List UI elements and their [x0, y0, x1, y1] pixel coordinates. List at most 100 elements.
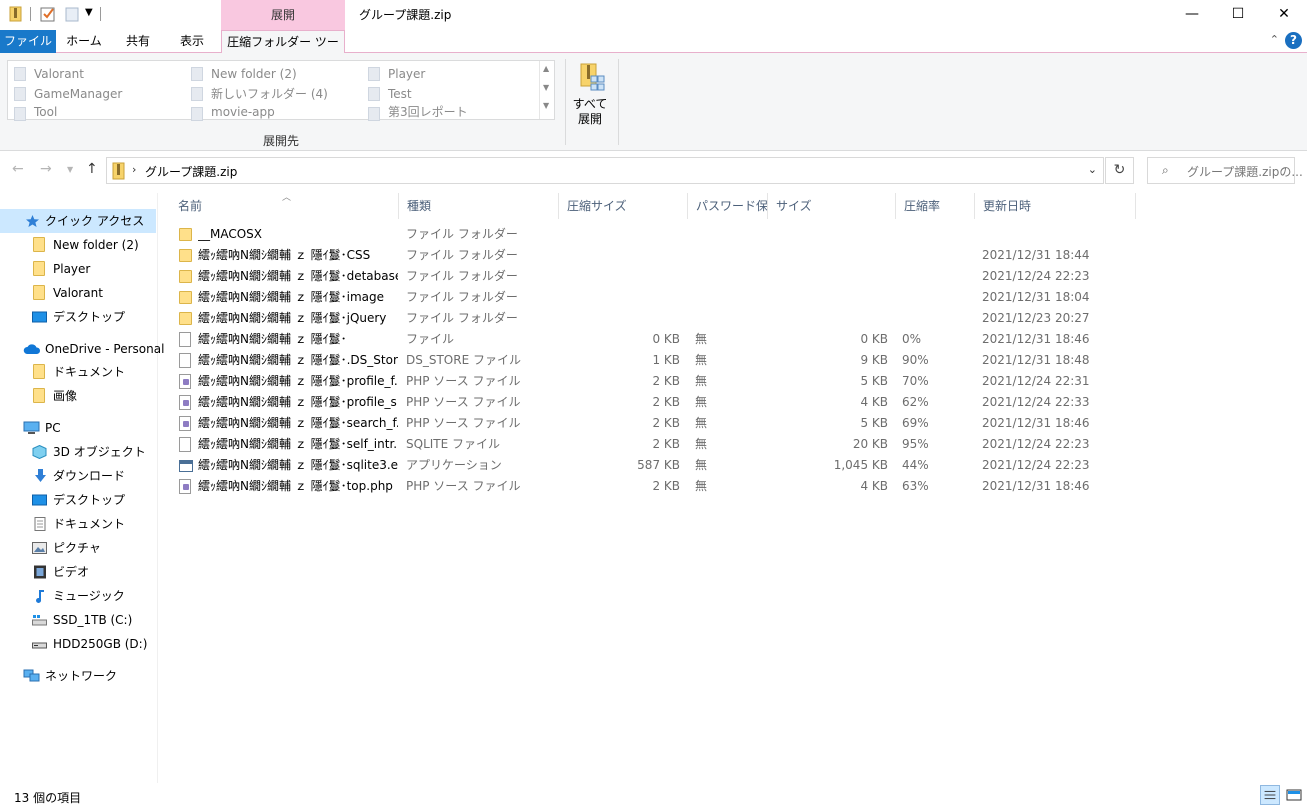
column-header-size[interactable]: サイズ	[768, 193, 896, 219]
nav-item-pc[interactable]: PC	[0, 416, 156, 440]
minimize-button[interactable]: —	[1169, 0, 1215, 28]
destination-item[interactable]: Test	[364, 84, 412, 104]
file-size: 4 KB	[860, 395, 888, 409]
file-row[interactable]: 繧ｯ繧吶Ν繝ｼ繝輔 ｚ 隱ｲ鬘･image ファイル フォルダー 2021/12/3…	[170, 287, 1136, 308]
nav-item-music[interactable]: ミュージック	[0, 584, 156, 608]
column-header-compressed-size[interactable]: 圧縮サイズ	[559, 193, 688, 219]
scroll-up-icon[interactable]: ▲	[543, 64, 549, 73]
folder-icon	[191, 87, 203, 101]
nav-item-drive-c[interactable]: SSD_1TB (C:)	[0, 608, 156, 632]
destination-item[interactable]: Player	[364, 64, 425, 84]
file-row[interactable]: __MACOSX ファイル フォルダー	[170, 224, 1136, 245]
nav-item-drive-d[interactable]: HDD250GB (D:)	[0, 632, 156, 656]
destination-item[interactable]: 新しいフォルダー (4)	[187, 84, 328, 104]
file-row[interactable]: 繧ｯ繧吶Ν繝ｼ繝輔 ｚ 隱ｲ鬘･.DS_Store DS_STORE ファイル 1 …	[170, 350, 1136, 371]
file-row[interactable]: 繧ｯ繧吶Ν繝ｼ繝輔 ｚ 隱ｲ鬘･search_f... PHP ソース ファイル 2…	[170, 413, 1136, 434]
new-folder-icon[interactable]	[64, 6, 80, 22]
file-row[interactable]: 繧ｯ繧吶Ν繝ｼ繝輔 ｚ 隱ｲ鬘･detabase ファイル フォルダー 2021/1…	[170, 266, 1136, 287]
destination-item[interactable]: Tool	[10, 104, 57, 121]
file-name: 繧ｯ繧吶Ν繝ｼ繝輔 ｚ 隱ｲ鬘･search_f...	[198, 416, 398, 430]
file-password-protected: 無	[695, 479, 708, 493]
column-header-type[interactable]: 種類	[399, 193, 559, 219]
file-modified-date: 2021/12/31 18:46	[982, 416, 1090, 430]
extract-all-button[interactable]: すべて 展開	[568, 59, 612, 127]
nav-item-3d-objects[interactable]: 3D オブジェクト	[0, 440, 156, 464]
file-size: 0 KB	[860, 332, 888, 346]
nav-item-player[interactable]: Player	[0, 257, 156, 281]
maximize-button[interactable]: ☐	[1215, 0, 1261, 28]
customize-quick-access-icon[interactable]: ▼	[85, 7, 101, 23]
recent-locations-chevron-icon[interactable]: ▼	[67, 165, 73, 174]
title-bar: ▼ 展開 グループ課題.zip — ☐ ✕	[0, 0, 1307, 30]
forward-arrow-icon[interactable]: →	[40, 161, 52, 177]
column-header-modified[interactable]: 更新日時	[975, 193, 1136, 219]
nav-item-valorant[interactable]: Valorant	[0, 281, 156, 305]
chevron-up-icon[interactable]: ⌃	[1270, 33, 1279, 46]
file-ratio: 69%	[902, 416, 929, 430]
folder-icon	[191, 107, 203, 121]
up-arrow-icon[interactable]: ↑	[86, 161, 98, 177]
nav-item-onedrive[interactable]: OneDrive - Personal	[0, 337, 164, 361]
zip-folder-icon[interactable]	[8, 6, 24, 22]
tab-share[interactable]: 共有	[112, 30, 164, 53]
file-password-protected: 無	[695, 374, 708, 388]
nav-item-videos[interactable]: ビデオ	[0, 560, 156, 584]
search-input[interactable]: ⌕ グループ課題.zipの...	[1147, 157, 1303, 184]
network-icon	[23, 669, 40, 682]
destination-item[interactable]: 第3回レポート	[364, 104, 468, 121]
destination-item[interactable]: New folder (2)	[187, 64, 297, 84]
nav-item-desktop-quick[interactable]: デスクトップ	[0, 305, 156, 329]
file-row[interactable]: 繧ｯ繧吶Ν繝ｼ繝輔 ｚ 隱ｲ鬘･self_intr... SQLITE ファイル 2…	[170, 434, 1136, 455]
gallery-expand-icon[interactable]: ▼	[543, 101, 549, 110]
nav-item-onedrive-documents[interactable]: ドキュメント	[0, 360, 156, 384]
column-header-password[interactable]: パスワード保...	[688, 193, 768, 219]
nav-item-pictures[interactable]: ピクチャ	[0, 536, 156, 560]
nav-item-quick-access[interactable]: クイック アクセス	[0, 209, 156, 233]
file-row[interactable]: 繧ｯ繧吶Ν繝ｼ繝輔 ｚ 隱ｲ鬘･profile_f... PHP ソース ファイル…	[170, 371, 1136, 392]
file-row[interactable]: 繧ｯ繧吶Ν繝ｼ繝輔 ｚ 隱ｲ鬘･top.php PHP ソース ファイル 2 KB 無…	[170, 476, 1136, 497]
tab-file[interactable]: ファイル	[0, 30, 56, 53]
file-row[interactable]: 繧ｯ繧吶Ν繝ｼ繝輔 ｚ 隱ｲ鬘･profile_s... PHP ソース ファイル…	[170, 392, 1136, 413]
column-header-name[interactable]: 名前	[170, 193, 399, 219]
file-row[interactable]: 繧ｯ繧吶Ν繝ｼ繝輔 ｚ 隱ｲ鬘･jQuery ファイル フォルダー 2021/12/…	[170, 308, 1136, 329]
file-row[interactable]: 繧ｯ繧吶Ν繝ｼ繝輔 ｚ 隱ｲ鬘･ ファイル 0 KB 無 0 KB 0% 2021/12/3…	[170, 329, 1136, 350]
nav-item-onedrive-images[interactable]: 画像	[0, 384, 156, 408]
address-bar[interactable]: › グループ課題.zip ⌄	[106, 157, 1104, 184]
details-view-icon[interactable]	[1260, 785, 1280, 805]
nav-item-new-folder-2[interactable]: New folder (2)	[0, 233, 156, 257]
nav-item-network[interactable]: ネットワーク	[0, 664, 156, 688]
file-type: PHP ソース ファイル	[406, 479, 521, 493]
destination-item[interactable]: Valorant	[10, 64, 84, 84]
tab-view[interactable]: 表示	[164, 30, 220, 53]
php-file-icon	[179, 374, 191, 389]
file-modified-date: 2021/12/24 22:33	[982, 395, 1090, 409]
tab-home[interactable]: ホーム	[56, 30, 112, 53]
nav-item-desktop[interactable]: デスクトップ	[0, 488, 156, 512]
file-row[interactable]: 繧ｯ繧吶Ν繝ｼ繝輔 ｚ 隱ｲ鬘･sqlite3.e... アプリケーション 587 …	[170, 455, 1136, 476]
nav-item-documents[interactable]: ドキュメント	[0, 512, 156, 536]
tab-compressed-folder-tools[interactable]: 圧縮フォルダー ツール	[221, 30, 345, 72]
folder-icon	[33, 261, 45, 276]
column-header-ratio[interactable]: 圧縮率	[896, 193, 975, 219]
extract-all-label: すべて 展開	[572, 97, 608, 126]
file-modified-date: 2021/12/31 18:48	[982, 353, 1090, 367]
destination-item[interactable]: movie-app	[187, 104, 275, 121]
gallery-scrollbar[interactable]: ▲ ▼ ▼	[539, 61, 554, 119]
destination-item[interactable]: GameManager	[10, 84, 122, 104]
large-icons-view-icon[interactable]	[1284, 785, 1304, 805]
file-name: 繧ｯ繧吶Ν繝ｼ繝輔 ｚ 隱ｲ鬘･	[198, 332, 347, 346]
ribbon: Valorant GameManager Tool New folder (2)…	[0, 53, 1307, 151]
chevron-right-icon[interactable]: ›	[132, 163, 136, 176]
properties-icon[interactable]	[40, 6, 56, 22]
close-button[interactable]: ✕	[1261, 0, 1307, 28]
file-modified-date: 2021/12/31 18:46	[982, 479, 1090, 493]
chevron-down-icon[interactable]: ⌄	[1088, 163, 1097, 176]
file-row[interactable]: 繧ｯ繧吶Ν繝ｼ繝輔 ｚ 隱ｲ鬘･CSS ファイル フォルダー 2021/12/31 …	[170, 245, 1136, 266]
file-name: 繧ｯ繧吶Ν繝ｼ繝輔 ｚ 隱ｲ鬘･jQuery	[198, 311, 387, 325]
nav-item-downloads[interactable]: ダウンロード	[0, 464, 156, 488]
scroll-down-icon[interactable]: ▼	[543, 83, 549, 92]
help-icon[interactable]: ?	[1285, 32, 1302, 49]
address-path[interactable]: グループ課題.zip	[145, 163, 237, 180]
refresh-button[interactable]: ↻	[1105, 157, 1134, 184]
back-arrow-icon[interactable]: ←	[12, 161, 24, 177]
